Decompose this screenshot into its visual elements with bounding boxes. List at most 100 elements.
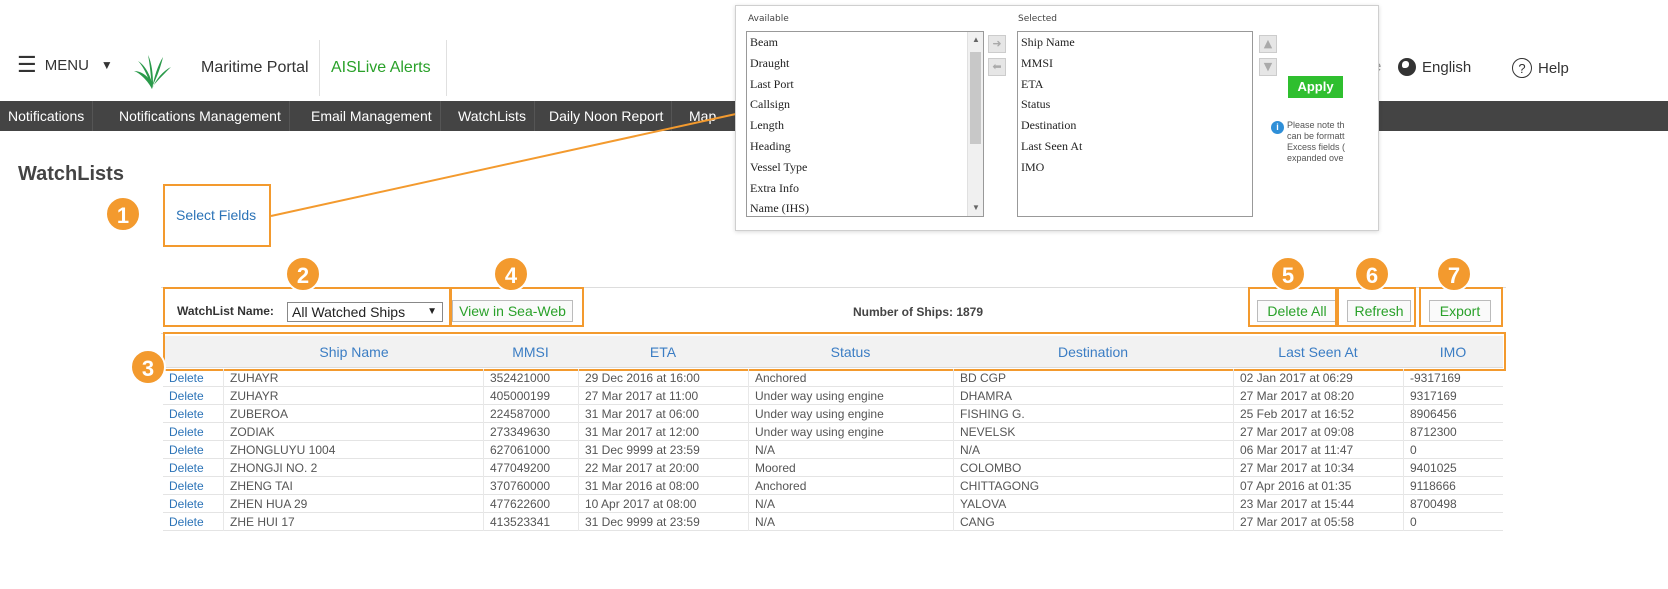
note-line: Excess fields ( bbox=[1287, 142, 1346, 152]
nav-daily-noon-report[interactable]: Daily Noon Report bbox=[541, 101, 673, 131]
available-field-option[interactable]: Last Port bbox=[747, 74, 983, 95]
cell-imo: 9401025 bbox=[1403, 459, 1503, 477]
cell-eta: 22 Mar 2017 at 20:00 bbox=[578, 459, 748, 477]
delete-row-link[interactable]: Delete bbox=[163, 387, 223, 405]
cell-destination: BD CGP bbox=[953, 369, 1233, 387]
cell-last-seen-at: 23 Mar 2017 at 15:44 bbox=[1233, 495, 1403, 513]
cell-mmsi: 477049200 bbox=[483, 459, 578, 477]
available-list-scrollbar[interactable]: ▲ ▼ bbox=[967, 32, 983, 216]
available-label: Available bbox=[748, 14, 789, 24]
selected-field-option[interactable]: MMSI bbox=[1018, 53, 1252, 74]
cell-ship-name: ZHONGJI NO. 2 bbox=[223, 459, 483, 477]
cell-imo: 0 bbox=[1403, 441, 1503, 459]
available-field-option[interactable]: Vessel Type bbox=[747, 157, 983, 178]
cell-destination: COLOMBO bbox=[953, 459, 1233, 477]
cell-mmsi: 413523341 bbox=[483, 513, 578, 531]
cell-ship-name: ZHEN HUA 29 bbox=[223, 495, 483, 513]
field-format-note: i Please note th can be formatt Excess f… bbox=[1271, 120, 1379, 164]
cell-last-seen-at: 07 Apr 2016 at 01:35 bbox=[1233, 477, 1403, 495]
note-line: Please note th bbox=[1287, 120, 1345, 130]
language-selector[interactable]: English bbox=[1398, 58, 1471, 76]
page-title: WatchLists bbox=[18, 163, 124, 185]
note-line: can be formatt bbox=[1287, 131, 1345, 141]
cell-last-seen-at: 27 Mar 2017 at 08:20 bbox=[1233, 387, 1403, 405]
nav-map[interactable]: Map bbox=[681, 101, 724, 131]
available-field-option[interactable]: Draught bbox=[747, 53, 983, 74]
selected-field-option[interactable]: Ship Name bbox=[1018, 32, 1252, 53]
available-field-option[interactable]: Callsign bbox=[747, 94, 983, 115]
table-row: Delete ZHEN HUA 29 477622600 10 Apr 2017 at… bbox=[163, 495, 1503, 513]
available-fields-list[interactable]: Beam Draught Last Port Callsign Length H… bbox=[746, 31, 984, 217]
available-field-option[interactable]: Beam bbox=[747, 32, 983, 53]
export-highlight bbox=[1419, 287, 1503, 327]
available-field-option[interactable]: Heading bbox=[747, 136, 983, 157]
portal-subtitle[interactable]: AISLive Alerts bbox=[331, 59, 431, 77]
cell-mmsi: 370760000 bbox=[483, 477, 578, 495]
available-field-option[interactable]: Name (IHS) bbox=[747, 198, 983, 216]
selected-label: Selected bbox=[1018, 14, 1058, 24]
move-left-icon[interactable]: ⬅ bbox=[988, 58, 1006, 76]
callout-badge-3: 3 bbox=[130, 349, 166, 385]
delete-row-link[interactable]: Delete bbox=[163, 495, 223, 513]
menu-label: MENU bbox=[44, 56, 89, 74]
cell-eta: 31 Dec 9999 at 23:59 bbox=[578, 513, 748, 531]
cell-imo: 8906456 bbox=[1403, 405, 1503, 423]
cell-status: Moored bbox=[748, 459, 953, 477]
delete-row-link[interactable]: Delete bbox=[163, 513, 223, 531]
cell-status: Under way using engine bbox=[748, 387, 953, 405]
delete-row-link[interactable]: Delete bbox=[163, 441, 223, 459]
move-down-icon[interactable]: ▼ bbox=[1259, 58, 1277, 76]
cell-ship-name: ZHONGLUYU 1004 bbox=[223, 441, 483, 459]
selected-field-option[interactable]: Destination bbox=[1018, 115, 1252, 136]
cell-imo: -9317169 bbox=[1403, 369, 1503, 387]
cell-status: Under way using engine bbox=[748, 423, 953, 441]
scroll-thumb[interactable] bbox=[970, 52, 981, 144]
select-fields-link[interactable]: Select Fields bbox=[176, 207, 256, 223]
selected-field-option[interactable]: Status bbox=[1018, 94, 1252, 115]
delete-row-link[interactable]: Delete bbox=[163, 459, 223, 477]
seaweb-highlight bbox=[450, 287, 584, 327]
cell-ship-name: ZHE HUI 17 bbox=[223, 513, 483, 531]
selected-field-option[interactable]: IMO bbox=[1018, 157, 1252, 178]
delete-row-link[interactable]: Delete bbox=[163, 405, 223, 423]
nav-notifications-management[interactable]: Notifications Management bbox=[111, 101, 290, 131]
available-field-option[interactable]: Extra Info bbox=[747, 178, 983, 199]
delete-row-link[interactable]: Delete bbox=[163, 423, 223, 441]
delete-row-link[interactable]: Delete bbox=[163, 477, 223, 495]
selected-field-option[interactable]: ETA bbox=[1018, 74, 1252, 95]
callout-badge-1: 1 bbox=[105, 196, 141, 232]
cell-imo: 9118666 bbox=[1403, 477, 1503, 495]
apply-button[interactable]: Apply bbox=[1288, 76, 1343, 98]
scroll-down-icon[interactable]: ▼ bbox=[968, 200, 983, 216]
move-right-icon[interactable]: ➜ bbox=[988, 35, 1006, 53]
scroll-up-icon[interactable]: ▲ bbox=[968, 32, 983, 48]
menu-button[interactable]: ☰ MENU ▼ bbox=[17, 54, 113, 76]
cell-last-seen-at: 27 Mar 2017 at 09:08 bbox=[1233, 423, 1403, 441]
nav-watchlists[interactable]: WatchLists bbox=[450, 101, 535, 131]
cell-destination: CHITTAGONG bbox=[953, 477, 1233, 495]
cell-eta: 31 Dec 9999 at 23:59 bbox=[578, 441, 748, 459]
cell-status: N/A bbox=[748, 441, 953, 459]
table-row: Delete ZHENG TAI 370760000 31 Mar 2016 at 0… bbox=[163, 477, 1503, 495]
selected-fields-list[interactable]: Ship Name MMSI ETA Status Destination La… bbox=[1017, 31, 1253, 217]
cell-eta: 31 Mar 2016 at 08:00 bbox=[578, 477, 748, 495]
help-link[interactable]: ? Help bbox=[1512, 58, 1569, 78]
cell-imo: 8700498 bbox=[1403, 495, 1503, 513]
cell-ship-name: ZODIAK bbox=[223, 423, 483, 441]
portal-title[interactable]: Maritime Portal bbox=[201, 59, 309, 77]
table-row: Delete ZUBEROA 224587000 31 Mar 2017 at 06:… bbox=[163, 405, 1503, 423]
callout-badge-7: 7 bbox=[1436, 256, 1472, 292]
available-field-option[interactable]: Length bbox=[747, 115, 983, 136]
note-line: expanded ove bbox=[1287, 153, 1344, 163]
field-picker-popup: Available Selected Beam Draught Last Por… bbox=[735, 5, 1379, 231]
nav-email-management[interactable]: Email Management bbox=[303, 101, 441, 131]
cell-destination: N/A bbox=[953, 441, 1233, 459]
selected-field-option[interactable]: Last Seen At bbox=[1018, 136, 1252, 157]
nav-notifications[interactable]: Notifications bbox=[0, 101, 94, 131]
delete-row-link[interactable]: Delete bbox=[163, 369, 223, 387]
watchlist-name-highlight bbox=[163, 287, 451, 327]
move-up-icon[interactable]: ▲ bbox=[1259, 35, 1277, 53]
cell-eta: 27 Mar 2017 at 11:00 bbox=[578, 387, 748, 405]
portal-logo-icon bbox=[134, 55, 171, 89]
cell-destination: DHAMRA bbox=[953, 387, 1233, 405]
